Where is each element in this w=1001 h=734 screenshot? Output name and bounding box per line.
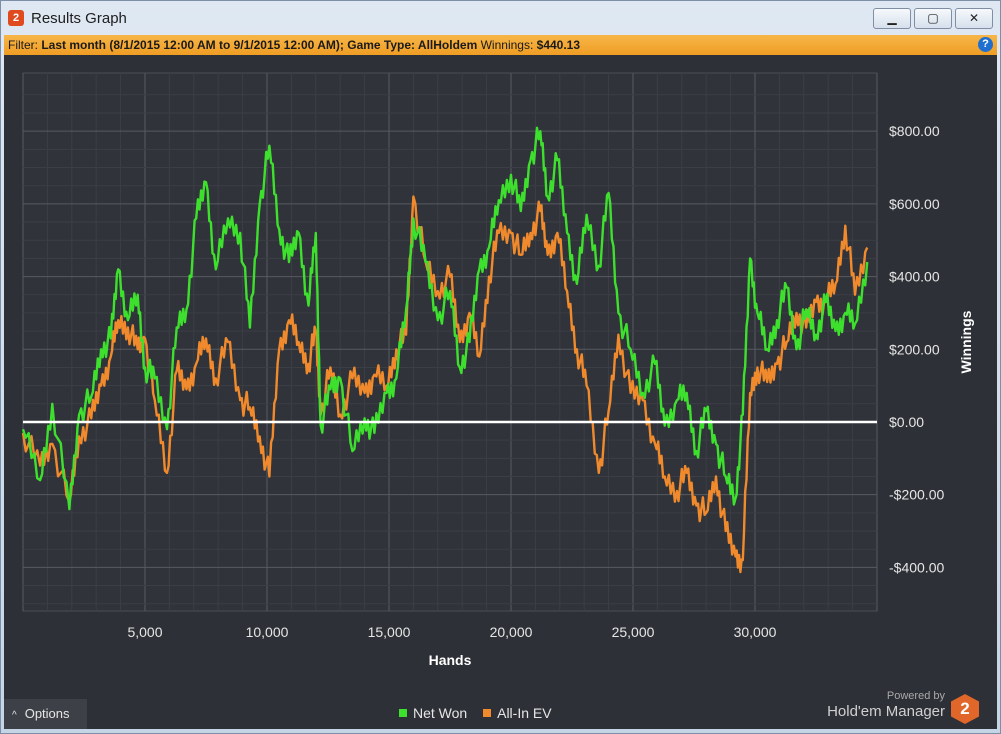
legend-swatch-net-won [399, 709, 407, 717]
filter-prefix: Filter: [8, 38, 38, 52]
x-axis-label: Hands [429, 652, 472, 668]
x-tick-label: 5,000 [127, 624, 162, 640]
legend-swatch-all-in-ev [483, 709, 492, 717]
results-graph-window: 2 Results Graph ▁ ▢ ✕ Filter: Last month… [0, 0, 1001, 734]
legend-label-net-won: Net Won [413, 705, 468, 721]
title-bar[interactable]: 2 Results Graph ▁ ▢ ✕ [1, 1, 1000, 35]
filter-bar: Filter: Last month (8/1/2015 12:00 AM to… [4, 35, 997, 55]
options-label: Options [24, 706, 70, 721]
y-tick-label: $400.00 [889, 269, 940, 285]
minimize-button[interactable]: ▁ [873, 8, 911, 29]
y-tick-label: -$200.00 [889, 487, 944, 503]
y-tick-label: $200.00 [889, 341, 940, 357]
x-tick-label: 15,000 [368, 624, 411, 640]
x-tick-label: 10,000 [246, 624, 289, 640]
options-button[interactable]: ^ Options [4, 699, 87, 729]
holdem-manager-logo-icon: 2 [951, 694, 979, 724]
brand-name: Hold'em Manager [827, 703, 945, 720]
chart-legend: Net Won All-In EV [399, 703, 564, 723]
winnings-value: $440.13 [536, 38, 581, 52]
y-tick-label: $800.00 [889, 123, 940, 139]
app-logo-icon: 2 [8, 10, 24, 26]
y-tick-label: $600.00 [889, 196, 940, 212]
plot-background [22, 72, 878, 612]
legend-item-all-in-ev[interactable]: All-In EV [483, 705, 552, 721]
y-tick-label: $0.00 [889, 414, 924, 430]
y-tick-label: -$400.00 [889, 559, 944, 575]
x-tick-label: 20,000 [490, 624, 533, 640]
maximize-button[interactable]: ▢ [914, 8, 952, 29]
powered-by-text: Powered by [886, 690, 945, 702]
window-title: Results Graph [31, 10, 127, 27]
graph-panel: 5,000 10,000 15,000 20,000 25,000 30,000 $800.… [4, 55, 997, 729]
filter-description: Last month (8/1/2015 12:00 AM to 9/1/201… [41, 38, 478, 52]
x-tick-label: 25,000 [612, 624, 655, 640]
legend-label-all-in-ev: All-In EV [497, 705, 552, 721]
brand-badge: Powered by Hold'em Manager 2 [825, 690, 995, 726]
winnings-label: Winnings: [480, 38, 534, 52]
results-chart: 5,000 10,000 15,000 20,000 25,000 30,000 $800.… [21, 72, 974, 668]
y-axis-label: Winnings [958, 310, 974, 373]
help-icon[interactable]: ? [978, 37, 993, 52]
x-tick-label: 30,000 [734, 624, 777, 640]
legend-item-net-won[interactable]: Net Won [399, 705, 467, 721]
close-button[interactable]: ✕ [955, 8, 993, 29]
chevron-up-icon: ^ [12, 710, 17, 721]
